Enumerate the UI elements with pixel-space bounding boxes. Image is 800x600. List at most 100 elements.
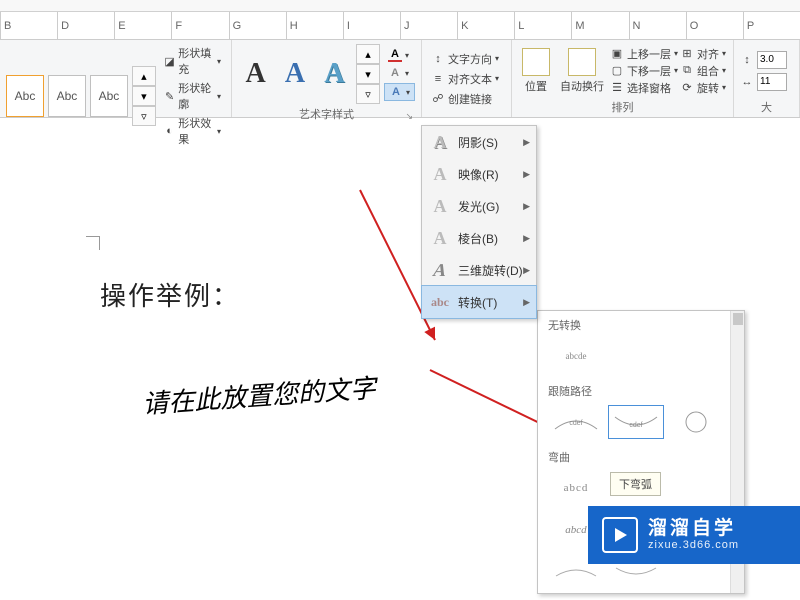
submenu-arrow-icon: ▶ [523,233,530,244]
ruler-cell: F [171,12,228,39]
height-input[interactable] [757,51,787,69]
align-text-button[interactable]: ≡对齐文本▾ [428,70,502,88]
align-icon: ⊞ [680,47,694,61]
submenu-arrow-icon: ▶ [523,169,530,180]
group-label [428,113,505,117]
submenu-section-label: 跟随路径 [538,377,744,401]
shape-style-preset[interactable]: Abc [90,75,128,117]
shadow-a-icon: A [430,132,450,152]
menu-item-shadow[interactable]: A阴影(S)▶ [422,126,536,158]
ruler-cell: B [0,12,57,39]
pencil-icon: ✎ [164,89,175,103]
submenu-arrow-icon: ▶ [523,297,530,308]
group-label: 艺术字样式↘ [238,104,415,124]
ruler-cell: O [686,12,743,39]
transform-warp-option[interactable]: abcd [548,471,604,505]
send-backward-button[interactable]: ▢下移一层▾ [610,63,678,79]
selection-pane-icon: ☰ [610,81,624,95]
document-heading-text[interactable]: 操作举例： [100,276,240,313]
wordart-preset[interactable]: A [238,53,273,95]
align-button[interactable]: ⊞对齐▾ [680,46,726,62]
gallery-prev-button[interactable]: ▴ [132,66,156,86]
submenu-arrow-icon: ▶ [523,201,530,212]
bucket-icon: ◪ [164,54,175,68]
shape-style-preset[interactable]: Abc [48,75,86,117]
gallery-more-button[interactable]: ▿ [132,106,156,126]
svg-text:cdef: cdef [569,420,582,427]
position-button[interactable]: 位置 [518,46,554,96]
menu-item-transform[interactable]: abc转换(T)▶ [421,285,537,319]
text-fill-button[interactable]: A▾ [384,47,415,63]
bring-forward-icon: ▣ [610,47,624,61]
position-icon [522,48,550,76]
shape-effects-button[interactable]: ◐形状效果▾ [160,114,225,148]
page-margin-marker [86,236,100,250]
ruler-cell: P [743,12,800,39]
width-input[interactable] [757,73,787,91]
align-text-icon: ≡ [431,72,445,86]
text-outline-icon: A [388,66,402,80]
ruler-cell: K [457,12,514,39]
menu-item-reflection[interactable]: A映像(R)▶ [422,158,536,190]
gallery-prev-button[interactable]: ▴ [356,44,380,64]
transform-path-option[interactable] [668,405,724,439]
text-fill-icon: A [388,48,402,62]
ruler-cell: G [229,12,286,39]
text-outline-button[interactable]: A▾ [384,65,415,81]
transform-none-option[interactable]: abcde [548,339,604,373]
menu-item-3d-rotation[interactable]: A三维旋转(D)▶ [422,254,536,286]
send-backward-icon: ▢ [610,64,624,78]
watermark-badge: 溜溜自学 zixue.3d66.com [588,506,800,564]
dialog-launcher-icon[interactable]: ↘ [405,111,413,122]
gallery-next-button[interactable]: ▾ [132,86,156,106]
effects-icon: ◐ [164,124,175,138]
wordart-preset[interactable]: A [277,53,312,95]
watermark-url: zixue.3d66.com [648,539,739,551]
rotation-a-icon: A [427,260,452,280]
transform-path-option[interactable]: cdef [608,405,664,439]
wrap-icon [568,48,596,76]
selection-pane-button[interactable]: ☰选择窗格 [610,80,678,96]
ruler-cell: N [629,12,686,39]
create-link-button[interactable]: ☍创建链接 [428,90,502,108]
link-icon: ☍ [431,92,445,106]
wordart-placeholder-text[interactable]: 请在此放置您的文字 [141,368,377,421]
shape-fill-button[interactable]: ◪形状填充▾ [160,44,225,78]
bevel-a-icon: A [430,228,450,248]
transform-abc-icon: abc [430,292,450,312]
ruler-cell: E [114,12,171,39]
submenu-arrow-icon: ▶ [523,265,530,276]
menu-item-glow[interactable]: A发光(G)▶ [422,190,536,222]
ruler-cell: L [514,12,571,39]
group-label: 排列 [518,97,727,117]
text-effects-icon: A [389,85,403,99]
gallery-more-button[interactable]: ▿ [356,84,380,104]
svg-text:cdef: cdef [629,422,642,429]
height-icon: ↕ [740,53,754,67]
width-icon: ↔ [740,75,754,89]
ruler-cell: D [57,12,114,39]
reflection-a-icon: A [430,164,450,184]
ribbon: Abc Abc Abc ▴ ▾ ▿ ◪形状填充▾ ✎形状轮廓▾ ◐形状效果▾ 形… [0,40,800,118]
group-icon: ⧉ [680,64,694,78]
rotate-icon: ⟳ [680,81,694,95]
group-label: 大 [740,97,793,117]
submenu-arrow-icon: ▶ [523,137,530,148]
ruler-cell: M [571,12,628,39]
column-ruler: B D E F G H I J K L M N O P [0,12,800,40]
text-effects-menu: A阴影(S)▶ A映像(R)▶ A发光(G)▶ A棱台(B)▶ A三维旋转(D)… [421,125,537,319]
group-button[interactable]: ⧉组合▾ [680,63,726,79]
submenu-section-label: 弯曲 [538,443,744,467]
wrap-text-button[interactable]: 自动换行 [556,46,608,96]
shape-outline-button[interactable]: ✎形状轮廓▾ [160,79,225,113]
text-direction-button[interactable]: ↕文字方向▾ [428,50,502,68]
rotate-button[interactable]: ⟳旋转▾ [680,80,726,96]
menu-item-bevel[interactable]: A棱台(B)▶ [422,222,536,254]
bring-forward-button[interactable]: ▣上移一层▾ [610,46,678,62]
gallery-next-button[interactable]: ▾ [356,64,380,84]
wordart-preset[interactable]: A [317,53,352,95]
shape-style-preset[interactable]: Abc [6,75,44,117]
transform-path-option[interactable]: cdef [548,405,604,439]
text-effects-button[interactable]: A▾ [384,83,415,101]
ruler-cell: H [286,12,343,39]
